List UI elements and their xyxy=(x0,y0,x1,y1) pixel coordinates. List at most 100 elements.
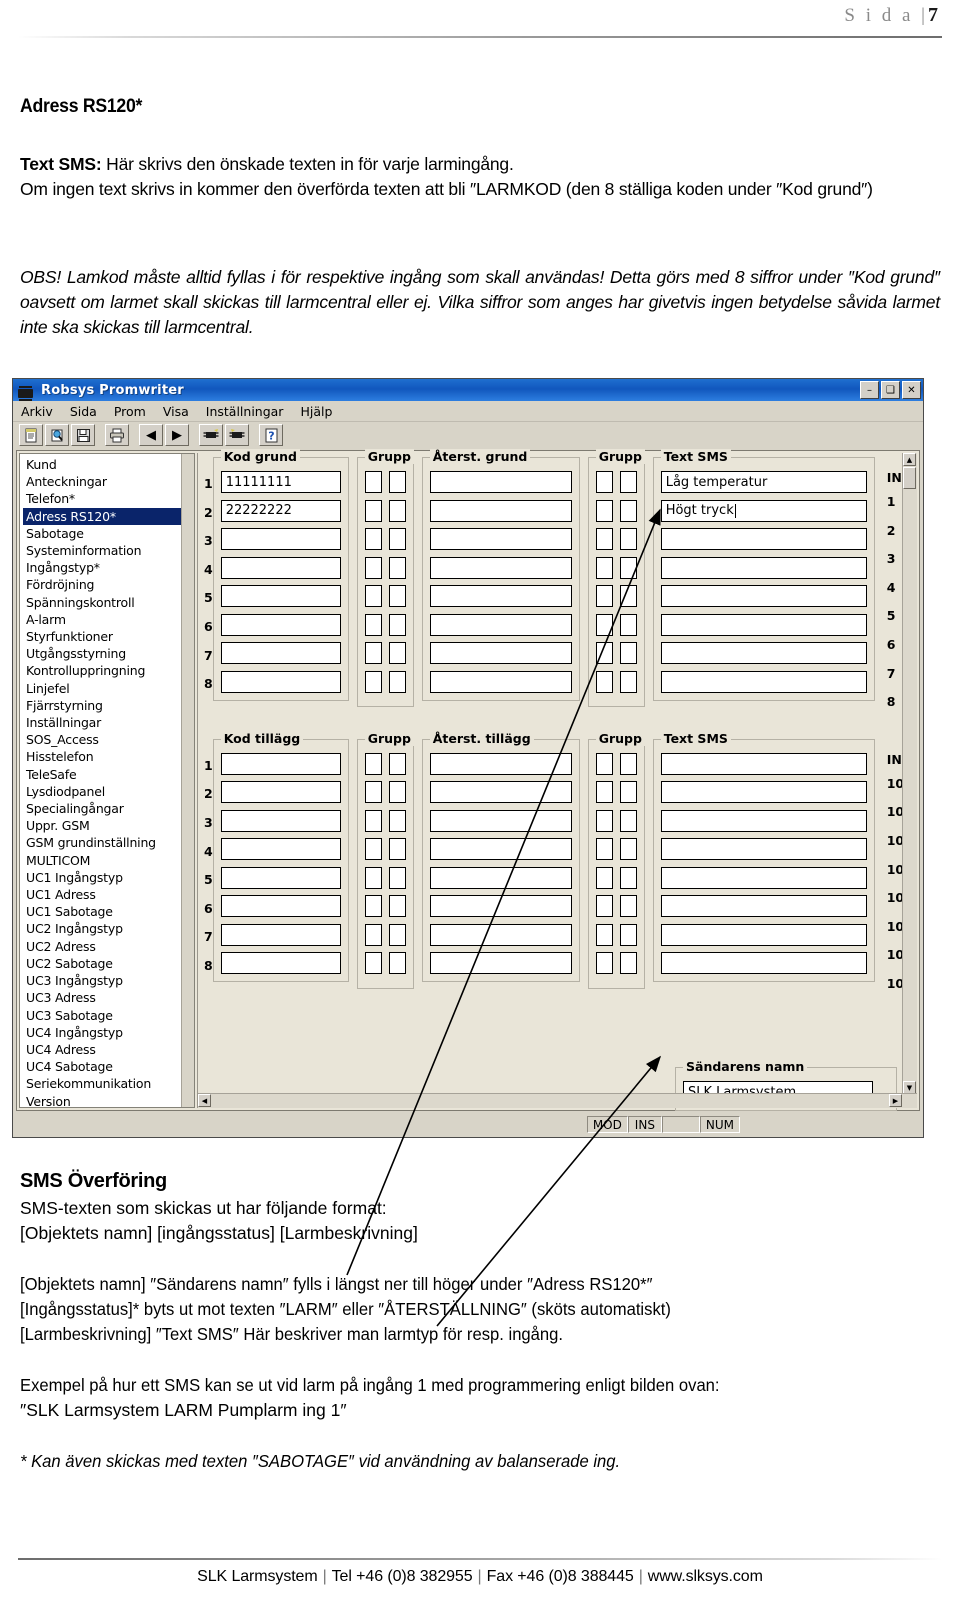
aterst-grund-input[interactable] xyxy=(429,556,572,579)
kod-tillagg-input[interactable] xyxy=(220,923,341,946)
grupp-checkbox[interactable] xyxy=(364,471,382,493)
grupp-checkbox[interactable] xyxy=(595,952,613,975)
aterst-tillagg-input[interactable] xyxy=(429,781,572,804)
menu-item-prom[interactable]: Prom xyxy=(114,404,146,419)
grupp-checkbox[interactable] xyxy=(595,471,613,493)
kod-grund-input[interactable] xyxy=(220,613,341,636)
kod-grund-input[interactable] xyxy=(220,528,341,550)
kod-grund-input[interactable] xyxy=(220,642,341,664)
grupp-checkbox[interactable] xyxy=(388,923,406,946)
grupp-checkbox[interactable] xyxy=(619,642,637,664)
grupp-checkbox[interactable] xyxy=(595,499,613,522)
list-item[interactable]: Styrfunktioner xyxy=(23,628,194,645)
grupp-checkbox[interactable] xyxy=(619,838,637,861)
grupp-checkbox[interactable] xyxy=(388,528,406,550)
aterst-tillagg-input[interactable] xyxy=(429,838,572,861)
grupp-checkbox[interactable] xyxy=(619,809,637,832)
list-item[interactable]: Uppr. GSM xyxy=(23,817,194,834)
list-item[interactable]: UC1 Sabotage xyxy=(23,903,194,920)
list-item[interactable]: Hisstelefon xyxy=(23,748,194,765)
grupp-checkbox[interactable] xyxy=(388,499,406,522)
grupp-checkbox[interactable] xyxy=(388,809,406,832)
save-icon[interactable] xyxy=(71,424,95,446)
text-sms-input[interactable] xyxy=(660,866,867,889)
list-item[interactable]: UC4 Sabotage xyxy=(23,1058,194,1075)
menu-item-arkiv[interactable]: Arkiv xyxy=(21,404,53,419)
list-item[interactable]: Anteckningar xyxy=(23,473,194,490)
text-sms-input[interactable] xyxy=(660,752,867,775)
close-button[interactable]: ✕ xyxy=(902,381,921,399)
aterst-grund-input[interactable] xyxy=(429,670,572,693)
grupp-checkbox[interactable] xyxy=(595,895,613,918)
list-item[interactable]: UC4 Adress xyxy=(23,1041,194,1058)
aterst-grund-input[interactable] xyxy=(429,642,572,664)
list-item[interactable]: UC3 Sabotage xyxy=(23,1007,194,1024)
grupp-checkbox[interactable] xyxy=(595,809,613,832)
grupp-checkbox[interactable] xyxy=(595,642,613,664)
list-item[interactable]: TeleSafe xyxy=(23,766,194,783)
kod-tillagg-input[interactable] xyxy=(220,781,341,804)
text-sms-input[interactable] xyxy=(660,838,867,861)
aterst-grund-input[interactable] xyxy=(429,499,572,522)
text-sms-input[interactable] xyxy=(660,585,867,607)
grupp-checkbox[interactable] xyxy=(388,471,406,493)
grupp-checkbox[interactable] xyxy=(595,585,613,607)
kod-grund-input[interactable]: 22222222 xyxy=(220,499,341,522)
kod-tillagg-input[interactable] xyxy=(220,809,341,832)
kod-tillagg-input[interactable] xyxy=(220,752,341,775)
list-item[interactable]: Kund xyxy=(23,456,194,473)
grupp-checkbox[interactable] xyxy=(595,556,613,579)
aterst-tillagg-input[interactable] xyxy=(429,952,572,975)
grupp-checkbox[interactable] xyxy=(364,670,382,693)
text-sms-input[interactable] xyxy=(660,556,867,579)
grupp-checkbox[interactable] xyxy=(364,923,382,946)
list-item[interactable]: Fjärrstyrning xyxy=(23,697,194,714)
list-item[interactable]: Utgångsstyrning xyxy=(23,645,194,662)
aterst-tillagg-input[interactable] xyxy=(429,752,572,775)
grupp-checkbox[interactable] xyxy=(595,923,613,946)
list-item[interactable]: Systeminformation xyxy=(23,542,194,559)
grupp-checkbox[interactable] xyxy=(595,613,613,636)
grupp-checkbox[interactable] xyxy=(364,642,382,664)
read-prom-icon[interactable] xyxy=(199,424,223,446)
grupp-checkbox[interactable] xyxy=(619,556,637,579)
grupp-checkbox[interactable] xyxy=(364,838,382,861)
text-sms-input[interactable] xyxy=(660,670,867,693)
grupp-checkbox[interactable] xyxy=(364,809,382,832)
text-sms-input-focused[interactable]: Högt tryck xyxy=(660,499,867,522)
scroll-left-icon[interactable]: ◀ xyxy=(198,1094,211,1107)
aterst-tillagg-input[interactable] xyxy=(429,866,572,889)
grupp-checkbox[interactable] xyxy=(595,838,613,861)
page-list-scrollbar[interactable] xyxy=(181,454,194,1107)
minimize-button[interactable]: – xyxy=(860,381,879,399)
aterst-tillagg-input[interactable] xyxy=(429,809,572,832)
form-horizontal-scrollbar[interactable]: ◀ ▶ xyxy=(198,1093,917,1108)
list-item[interactable]: Linjefel xyxy=(23,680,194,697)
grupp-checkbox[interactable] xyxy=(364,866,382,889)
aterst-grund-input[interactable] xyxy=(429,585,572,607)
grupp-checkbox[interactable] xyxy=(364,752,382,775)
grupp-checkbox[interactable] xyxy=(388,670,406,693)
kod-tillagg-input[interactable] xyxy=(220,895,341,918)
scroll-thumb[interactable] xyxy=(903,467,916,489)
list-item[interactable]: UC2 Ingångstyp xyxy=(23,920,194,937)
grupp-checkbox[interactable] xyxy=(388,895,406,918)
grupp-checkbox[interactable] xyxy=(388,952,406,975)
grupp-checkbox[interactable] xyxy=(388,585,406,607)
grupp-checkbox[interactable] xyxy=(364,556,382,579)
kod-tillagg-input[interactable] xyxy=(220,866,341,889)
grupp-checkbox[interactable] xyxy=(364,613,382,636)
grupp-checkbox[interactable] xyxy=(619,895,637,918)
aterst-tillagg-input[interactable] xyxy=(429,923,572,946)
grupp-checkbox[interactable] xyxy=(364,585,382,607)
grupp-checkbox[interactable] xyxy=(619,528,637,550)
menu-item-installningar[interactable]: Inställningar xyxy=(206,404,284,419)
list-item[interactable]: UC1 Adress xyxy=(23,886,194,903)
list-item[interactable]: Kontrolluppringning xyxy=(23,662,194,679)
scroll-up-icon[interactable]: ▲ xyxy=(903,453,916,466)
help-icon[interactable]: ? xyxy=(259,424,283,446)
grupp-checkbox[interactable] xyxy=(619,866,637,889)
grupp-checkbox[interactable] xyxy=(619,752,637,775)
text-sms-input[interactable] xyxy=(660,895,867,918)
aterst-tillagg-input[interactable] xyxy=(429,895,572,918)
